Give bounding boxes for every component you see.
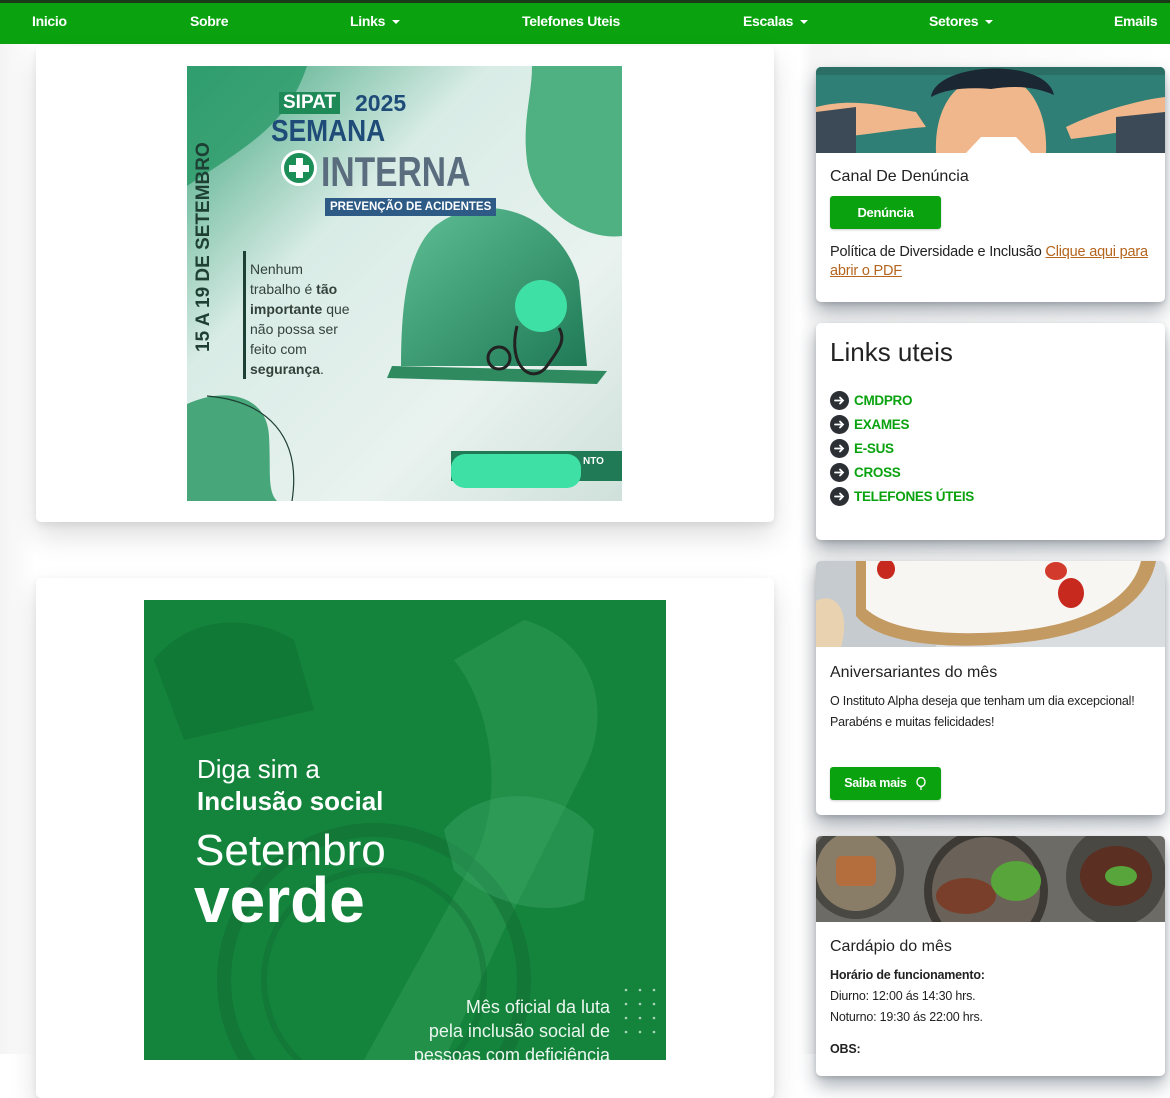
link-exames[interactable]: EXAMES (830, 415, 910, 435)
nav-escalas-label: Escalas (743, 13, 794, 29)
food-photo (816, 836, 1165, 922)
quote-line-4: não possa ser (250, 321, 338, 337)
card-aniversariantes: Aniversariantes do mês O Instituto Alpha… (816, 561, 1165, 815)
nav-links-dropdown[interactable]: Links (350, 13, 401, 29)
balloon-icon (916, 776, 926, 790)
links-title: Links uteis (830, 337, 953, 367)
link-cross[interactable]: CROSS (830, 463, 901, 483)
sipat-quote: Nenhum trabalho é tão importante que não… (250, 259, 350, 379)
link-cmdpro[interactable]: CMDPRO (830, 391, 913, 411)
nav-emails[interactable]: Emails (1114, 13, 1158, 29)
quote-line-6: segurança. (250, 359, 350, 379)
sipat-badge-text: NTO (583, 456, 604, 467)
link-telefones-uteis[interactable]: TELEFONES ÚTEIS (830, 487, 974, 507)
denuncia-illustration (816, 67, 1165, 153)
quote-line-3a: importante (250, 301, 323, 317)
sipat-interna: INTERNA (321, 148, 471, 195)
sipat-ribbon: PREVENÇÃO DE ACIDENTES (325, 198, 497, 216)
quote-line-6a: segurança (250, 361, 321, 377)
link-label: TELEFONES ÚTEIS (854, 489, 975, 504)
setembro-line2: Inclusão social (197, 786, 384, 816)
hours-day: Diurno: 12:00 ás 14:30 hrs. (830, 989, 976, 1003)
quote-line-1: Nenhum (250, 261, 303, 277)
top-navbar: Inicio Sobre Links Telefones Uteis Escal… (0, 0, 1170, 44)
hours-label: Horário de funcionamento: (830, 968, 985, 982)
cross-logo-icon (281, 150, 317, 186)
aniversariantes-text: O Instituto Alpha deseja que tenham um d… (830, 691, 1150, 733)
card-cardapio: Cardápio do mês Horário de funcionamento… (816, 836, 1165, 1076)
sipat-banner[interactable]: SIPAT 2025 SEMANA INTERNA PREVENÇÃO DE A… (187, 66, 622, 501)
cake-photo (816, 561, 1165, 647)
card-links-uteis: Links uteis CMDPRO EXAMES E-SUS CROSS TE… (816, 323, 1165, 540)
caret-down-icon (392, 20, 401, 25)
denuncia-title: Canal De Denúncia (830, 168, 969, 185)
cardapio-hours: Horário de funcionamento: Diurno: 12:00 … (830, 965, 1150, 1028)
setembro-banner[interactable]: Diga sim a Inclusão social Setembro verd… (144, 600, 666, 1060)
cardapio-title: Cardápio do mês (830, 938, 952, 955)
arrow-right-circle-icon (830, 487, 849, 506)
nav-setores-dropdown[interactable]: Setores (929, 13, 994, 29)
caret-down-icon (985, 20, 994, 25)
arrow-right-circle-icon (830, 391, 849, 410)
quote-line-3: importante que (250, 299, 350, 319)
arrow-right-circle-icon (830, 463, 849, 482)
aniversariantes-text1: O Instituto Alpha deseja que tenham um d… (830, 694, 1135, 708)
arrow-right-circle-icon (830, 439, 849, 458)
quote-line-6b: . (320, 361, 324, 377)
link-label: E-SUS (854, 441, 894, 456)
post-card-sipat: SIPAT 2025 SEMANA INTERNA PREVENÇÃO DE A… (36, 46, 774, 522)
setembro-foot3: pessoas com deficiência (413, 1045, 610, 1060)
nav-inicio[interactable]: Inicio (32, 13, 67, 29)
policy-label: Política de Diversidade e Inclusão (830, 244, 1046, 260)
setembro-line1: Diga sim a (197, 754, 320, 784)
link-label: EXAMES (854, 417, 910, 432)
policy-text: Política de Diversidade e Inclusão Cliqu… (830, 243, 1152, 281)
nav-escalas-dropdown[interactable]: Escalas (743, 13, 809, 29)
setembro-footer: Mês oficial da luta pela inclusão social… (414, 995, 610, 1060)
nav-setores-label: Setores (929, 13, 979, 29)
setembro-foot2: pela inclusão social de (428, 1021, 610, 1041)
setembro-line4: verde (194, 864, 365, 936)
quote-line-3b: que (322, 301, 350, 317)
nav-telefones-uteis[interactable]: Telefones Uteis (522, 13, 620, 29)
hours-night: Noturno: 19:30 ás 22:00 hrs. (830, 1010, 983, 1024)
link-esus[interactable]: E-SUS (830, 439, 894, 459)
caret-down-icon (800, 20, 809, 25)
saiba-mais-button[interactable]: Saiba mais (830, 767, 941, 800)
quote-line-2b: tão (316, 281, 338, 297)
denuncia-button[interactable]: Denúncia (830, 196, 941, 229)
aniversariantes-title: Aniversariantes do mês (830, 664, 998, 681)
card-canal-denuncia: Canal De Denúncia Denúncia Política de D… (816, 67, 1165, 302)
setembro-foot1: Mês oficial da luta (465, 997, 610, 1017)
quote-line-2a: trabalho é (250, 281, 317, 297)
sipat-tag: SIPAT (279, 92, 341, 114)
nav-sobre[interactable]: Sobre (190, 13, 228, 29)
sipat-semana: SEMANA (271, 113, 386, 148)
aniversariantes-text2: Parabéns e muitas felicidades! (830, 715, 995, 729)
link-label: CROSS (854, 465, 901, 480)
quote-line-5: feito com (250, 341, 307, 357)
saiba-mais-label: Saiba mais (844, 776, 907, 790)
nav-links-label: Links (350, 13, 386, 29)
post-card-setembro: Diga sim a Inclusão social Setembro verd… (36, 578, 774, 1098)
link-label: CMDPRO (854, 393, 913, 408)
arrow-right-circle-icon (830, 415, 849, 434)
quote-line-2: trabalho é tão (250, 279, 350, 299)
sipat-dates: 15 A 19 DE SETEMBRO (193, 142, 214, 352)
